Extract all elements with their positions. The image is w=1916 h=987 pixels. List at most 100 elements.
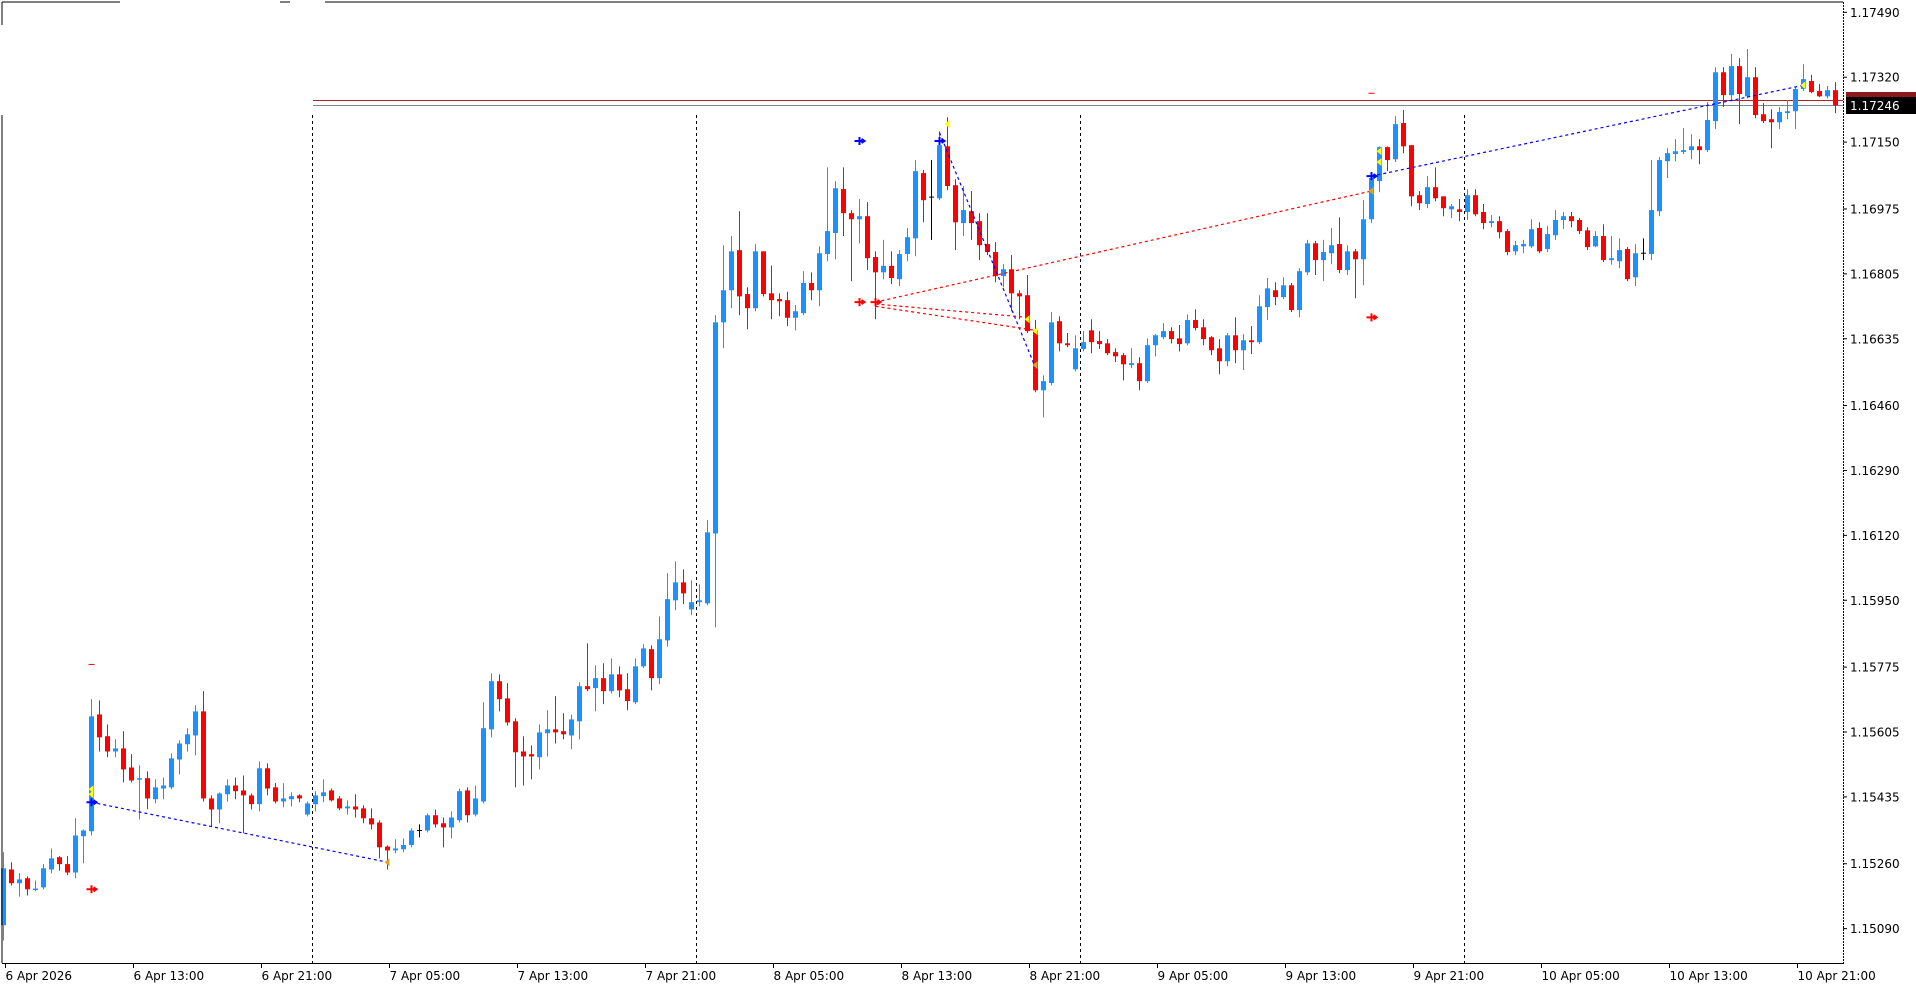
candle: [1081, 331, 1086, 352]
candle-body: [1297, 271, 1302, 311]
candle-body: [1505, 231, 1510, 253]
candle: [1393, 116, 1398, 162]
candle-body: [113, 748, 118, 752]
time-tick-label: 7 Apr 05:00: [390, 969, 461, 983]
candle: [673, 561, 678, 611]
candle-body: [825, 231, 830, 254]
candle-body: [1433, 187, 1438, 199]
time-tick-label: 8 Apr 05:00: [774, 969, 845, 983]
candle: [737, 211, 742, 316]
candlestick-series: [1, 48, 1838, 941]
price-chart[interactable]: 1.17490 1.17320 1.17150 1.16975 1.16805 1.166…: [0, 0, 1916, 987]
red-arrow-icon: [854, 298, 867, 307]
candle: [9, 862, 14, 886]
candle-body: [537, 732, 542, 758]
candle-body: [633, 666, 638, 703]
candle: [89, 699, 94, 836]
candle-body: [1153, 335, 1158, 346]
ask-price-tag: [1846, 92, 1916, 97]
candle-body: [193, 711, 198, 736]
time-axis[interactable]: 6 Apr 2026 6 Apr 13:00 6 Apr 21:00 7 Apr 05…: [5, 963, 1876, 983]
candle-body: [953, 185, 958, 223]
candle: [649, 645, 654, 691]
blue-trendline[interactable]: [1371, 84, 1804, 177]
candle-body: [697, 600, 702, 603]
candle-body: [1833, 90, 1838, 106]
candle-body: [1273, 290, 1278, 298]
candle: [1785, 100, 1790, 120]
candle-body: [185, 734, 190, 745]
candle-body: [1089, 330, 1094, 343]
price-tick-label: 1.15605: [1850, 726, 1900, 740]
candle: [33, 880, 38, 892]
candle: [657, 616, 662, 685]
price-tick-label: 1.16290: [1850, 464, 1900, 478]
candle-body: [1057, 321, 1062, 344]
candle-body: [913, 171, 918, 239]
candle-body: [1345, 251, 1350, 271]
candle-body: [73, 835, 78, 873]
price-axis[interactable]: 1.17490 1.17320 1.17150 1.16975 1.16805 1.166…: [1843, 6, 1916, 936]
candle: [217, 792, 222, 824]
price-lines: [313, 100, 1843, 106]
candle-body: [1105, 343, 1110, 354]
candle: [1609, 236, 1614, 265]
trendlines[interactable]: [91, 84, 1804, 863]
candle: [1777, 106, 1782, 130]
candle-body: [17, 879, 22, 884]
blue-trendline[interactable]: [91, 801, 388, 863]
candle: [393, 839, 398, 854]
candle-body: [1129, 363, 1134, 366]
candle: [313, 791, 318, 812]
candle: [1729, 53, 1734, 102]
candle-body: [1121, 355, 1126, 365]
candle-body: [1497, 221, 1502, 233]
candle: [529, 745, 534, 780]
candle: [1793, 87, 1798, 130]
candle: [1177, 325, 1182, 352]
candle-body: [105, 736, 110, 752]
candle: [1585, 227, 1590, 251]
candle: [977, 213, 982, 261]
price-tick-label: 1.16975: [1850, 202, 1900, 216]
candle-body: [1033, 330, 1038, 391]
candle: [513, 718, 518, 788]
candle-body: [601, 678, 606, 692]
candle: [641, 644, 646, 669]
candle: [1401, 110, 1406, 154]
candle: [785, 291, 790, 327]
candle-body: [1777, 111, 1782, 123]
candle: [169, 753, 174, 790]
day-separators: [312, 115, 1465, 963]
red-arrow-icon: [870, 298, 883, 307]
candle: [1721, 67, 1726, 107]
candle: [537, 724, 542, 770]
candle: [241, 775, 246, 834]
candle-body: [785, 300, 790, 318]
candle-body: [889, 265, 894, 279]
candle-body: [1721, 72, 1726, 96]
candle: [585, 643, 590, 692]
candle: [1249, 326, 1254, 355]
candle: [777, 293, 782, 317]
candle: [1241, 334, 1246, 371]
candle-body: [369, 818, 374, 825]
candle-body: [377, 822, 382, 848]
candle: [1065, 333, 1070, 348]
candle-body: [1529, 229, 1534, 247]
candle: [409, 828, 414, 848]
red-trendline[interactable]: [875, 303, 1028, 318]
candle-body: [737, 250, 742, 297]
candle-body: [753, 251, 758, 309]
candle-body: [481, 728, 486, 802]
candle: [1041, 375, 1046, 418]
candle-body: [1393, 124, 1398, 160]
time-tick-label: 7 Apr 13:00: [518, 969, 589, 983]
candle: [729, 236, 734, 309]
candle: [961, 186, 966, 237]
blue-trendline[interactable]: [938, 132, 1037, 368]
candle-body: [1793, 89, 1798, 112]
candle-body: [1545, 234, 1550, 250]
candle-body: [945, 146, 950, 187]
candle: [1625, 247, 1630, 282]
